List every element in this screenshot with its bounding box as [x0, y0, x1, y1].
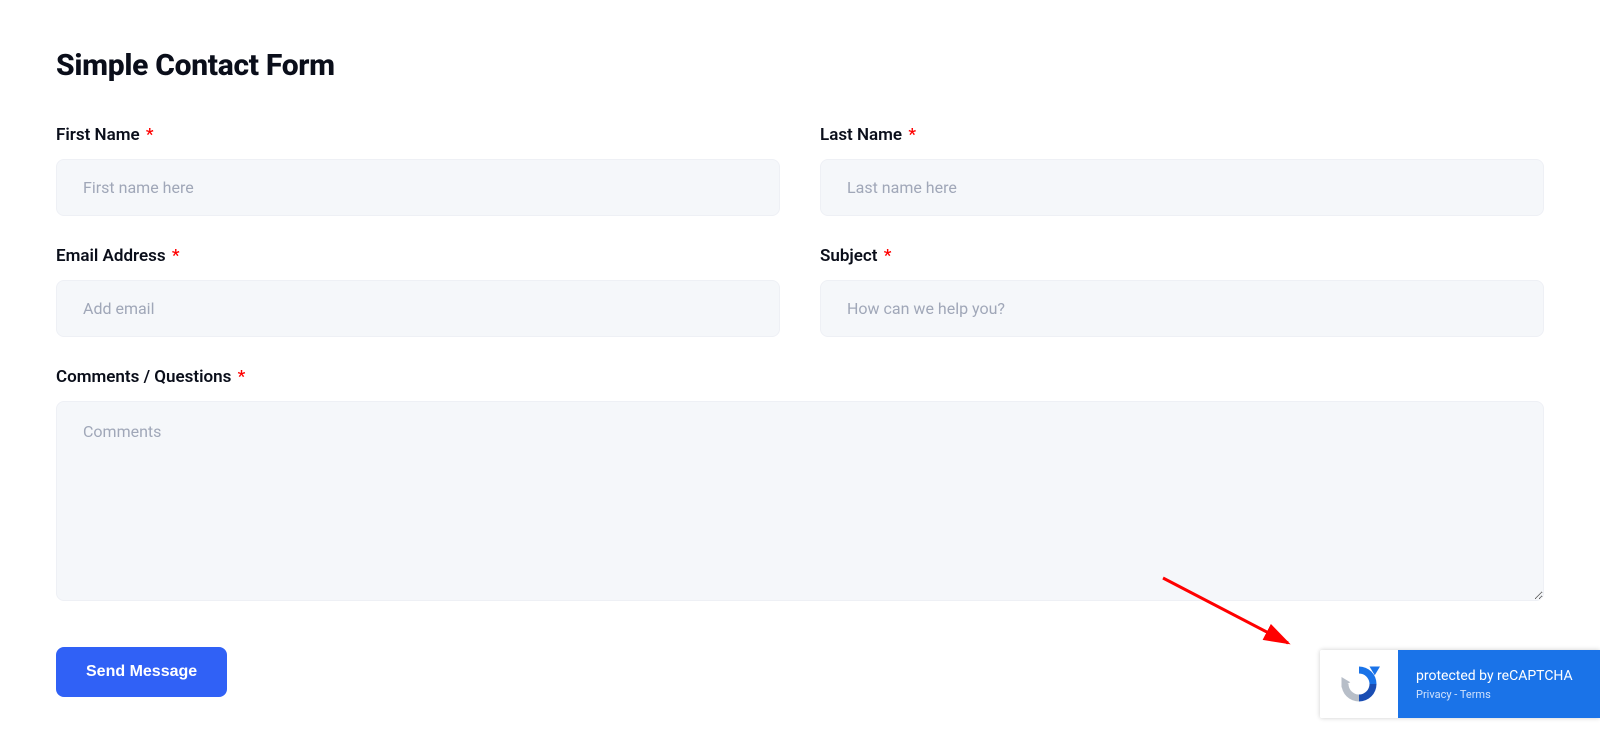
subject-label-text: Subject [820, 246, 878, 266]
comments-textarea[interactable] [56, 401, 1544, 601]
first-name-group: First Name * [56, 125, 780, 216]
required-asterisk: * [238, 367, 246, 387]
last-name-group: Last Name * [820, 125, 1544, 216]
recaptcha-badge[interactable]: protected by reCAPTCHA Privacy - Terms [1320, 650, 1600, 718]
recaptcha-icon [1338, 663, 1380, 705]
page-title: Simple Contact Form [56, 48, 1544, 83]
recaptcha-separator: - [1452, 688, 1460, 701]
email-input[interactable] [56, 280, 780, 337]
recaptcha-title: protected by reCAPTCHA [1416, 668, 1582, 684]
required-asterisk: * [884, 246, 892, 266]
last-name-input[interactable] [820, 159, 1544, 216]
subject-group: Subject * [820, 246, 1544, 337]
email-label-text: Email Address [56, 246, 166, 266]
required-asterisk: * [908, 125, 916, 145]
recaptcha-terms-link[interactable]: Terms [1460, 688, 1491, 701]
last-name-label-text: Last Name [820, 125, 902, 145]
form-container: Simple Contact Form First Name * Last Na… [0, 0, 1600, 745]
first-name-label: First Name * [56, 125, 780, 145]
form-grid: First Name * Last Name * Email Address *… [56, 125, 1544, 697]
required-asterisk: * [172, 246, 180, 266]
required-asterisk: * [146, 125, 154, 145]
comments-label: Comments / Questions * [56, 367, 1544, 387]
email-label: Email Address * [56, 246, 780, 266]
recaptcha-text-area: protected by reCAPTCHA Privacy - Terms [1398, 650, 1600, 718]
send-message-button[interactable]: Send Message [56, 647, 227, 697]
recaptcha-links: Privacy - Terms [1416, 688, 1582, 701]
first-name-label-text: First Name [56, 125, 140, 145]
recaptcha-privacy-link[interactable]: Privacy [1416, 688, 1452, 701]
email-group: Email Address * [56, 246, 780, 337]
last-name-label: Last Name * [820, 125, 1544, 145]
subject-input[interactable] [820, 280, 1544, 337]
subject-label: Subject * [820, 246, 1544, 266]
recaptcha-icon-area [1320, 650, 1398, 718]
submit-group: Send Message [56, 631, 780, 697]
comments-group: Comments / Questions * [56, 367, 1544, 601]
first-name-input[interactable] [56, 159, 780, 216]
comments-label-text: Comments / Questions [56, 367, 231, 387]
